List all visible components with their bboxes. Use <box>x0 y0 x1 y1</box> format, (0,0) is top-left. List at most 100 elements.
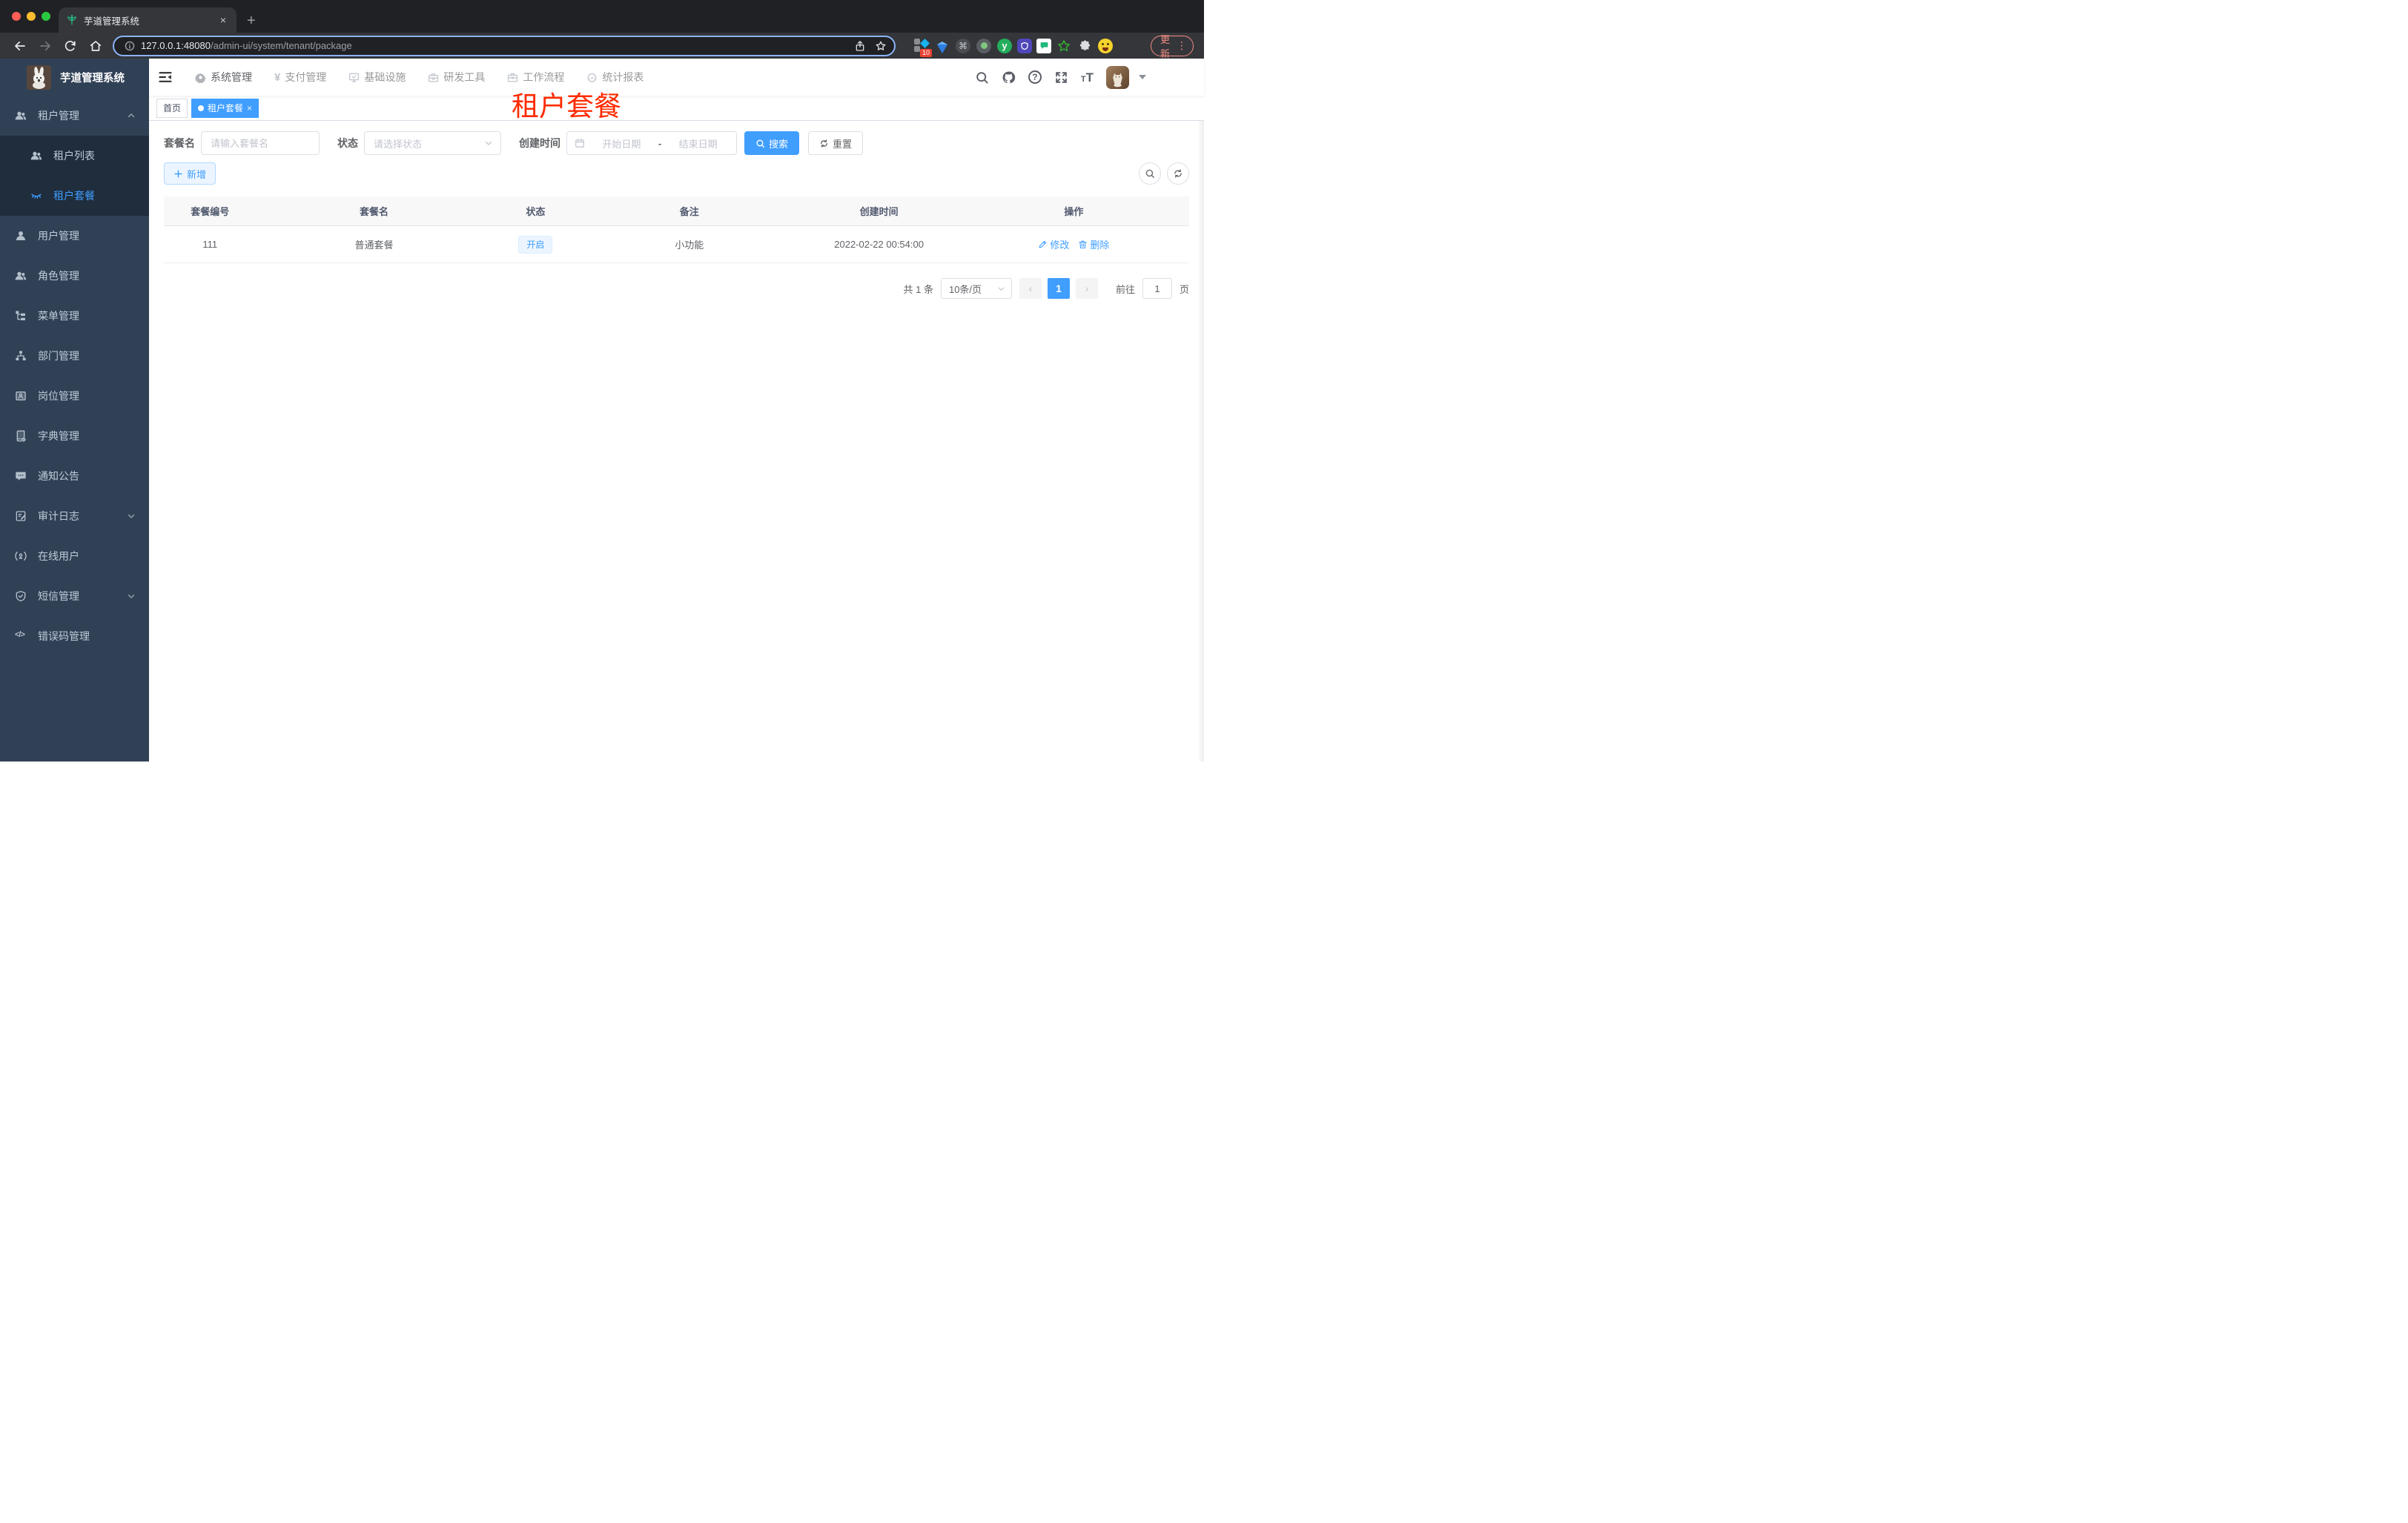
tab-title: 芋道管理系统 <box>84 16 140 27</box>
package-table: 套餐编号 套餐名 状态 备注 创建时间 操作 111 普通套餐 开启 小功能 2… <box>164 196 1189 263</box>
sidebar-item-online-users[interactable]: 在线用户 <box>0 536 149 576</box>
navbar-right-tools: ? TT <box>975 65 1146 89</box>
sidebar-item-tenant-list[interactable]: 租户列表 <box>0 136 149 176</box>
filter-form: 套餐名 状态 请选择状态 创建时间 开始日期 - 结束日期 <box>164 131 1189 155</box>
search-icon <box>1145 169 1154 178</box>
page-size-select[interactable]: 10条/页 <box>940 278 1012 299</box>
window-minimize-button[interactable] <box>27 12 36 21</box>
sidebar-item-label: 租户列表 <box>53 150 95 162</box>
sidebar-item-user-management[interactable]: 用户管理 <box>0 216 149 256</box>
header-search-icon[interactable] <box>975 70 989 85</box>
sidebar-item-role-management[interactable]: 角色管理 <box>0 256 149 296</box>
edit-link[interactable]: 修改 <box>1038 237 1069 251</box>
sidebar-fold-icon[interactable] <box>158 70 173 85</box>
avatar-caret-icon[interactable] <box>1139 75 1146 79</box>
extension-chat-icon[interactable] <box>1036 38 1051 53</box>
extension-y-icon[interactable]: y <box>996 38 1013 54</box>
form-log-icon <box>16 511 26 521</box>
top-menu-label: 统计报表 <box>602 71 644 83</box>
user-avatar[interactable] <box>1106 65 1129 89</box>
back-icon[interactable] <box>13 39 27 53</box>
extension-command-icon[interactable]: ⌘ <box>955 38 971 54</box>
sidebar-logo-row[interactable]: 芋道管理系统 <box>0 59 149 96</box>
forward-icon[interactable] <box>39 39 52 53</box>
status-select[interactable]: 请选择状态 <box>364 131 501 155</box>
status-label: 状态 <box>337 137 358 149</box>
extension-gem-icon[interactable] <box>934 38 950 54</box>
extension-record-icon[interactable] <box>976 38 992 54</box>
top-menu-workflow[interactable]: 工作流程 <box>507 59 564 96</box>
extensions-puzzle-icon[interactable] <box>1076 38 1093 54</box>
sidebar-item-sms-management[interactable]: 短信管理 <box>0 576 149 616</box>
sidebar-item-error-code[interactable]: </> 错误码管理 <box>0 616 149 656</box>
tag-home[interactable]: 首页 <box>156 98 188 118</box>
tab-close-icon[interactable]: × <box>217 14 229 26</box>
delete-link[interactable]: 删除 <box>1078 237 1109 251</box>
github-icon[interactable] <box>1002 70 1016 85</box>
url-field[interactable]: 127.0.0.1:48080/admin-ui/system/tenant/p… <box>113 35 896 56</box>
tag-close-icon[interactable]: × <box>247 103 252 113</box>
extension-star-icon[interactable] <box>1056 38 1072 54</box>
url-text: 127.0.0.1:48080/admin-ui/system/tenant/p… <box>141 40 352 51</box>
page-buttons: ‹ 1 › <box>1019 278 1098 299</box>
top-menu-system[interactable]: 系统管理 <box>195 59 252 96</box>
top-menu-report[interactable]: 统计报表 <box>586 59 644 96</box>
refresh-table-button[interactable] <box>1167 162 1189 185</box>
extension-shield-icon[interactable] <box>1017 38 1032 53</box>
create-time-range-picker[interactable]: 开始日期 - 结束日期 <box>566 131 737 155</box>
new-tab-button[interactable]: + <box>247 13 256 28</box>
next-page-button[interactable]: › <box>1075 278 1098 299</box>
top-menu-label: 系统管理 <box>211 71 252 83</box>
top-menu-pay[interactable]: ¥ 支付管理 <box>274 59 326 96</box>
col-header-status: 状态 <box>526 206 546 217</box>
sidebar-item-dict-management[interactable]: 字典管理 <box>0 416 149 456</box>
help-icon[interactable]: ? <box>1028 70 1042 84</box>
site-info-icon[interactable] <box>125 41 135 51</box>
goto-page-input[interactable] <box>1142 278 1172 299</box>
sidebar-item-audit-log[interactable]: 审计日志 <box>0 496 149 536</box>
page-1-button[interactable]: 1 <box>1047 278 1070 299</box>
search-button[interactable]: 搜索 <box>744 131 800 155</box>
reload-icon[interactable] <box>64 39 77 53</box>
end-date-placeholder[interactable]: 结束日期 <box>667 136 729 151</box>
cell-status: 开启 <box>492 235 580 254</box>
sidebar-item-label: 用户管理 <box>38 230 79 242</box>
share-icon[interactable] <box>854 40 866 52</box>
badge-icon <box>16 392 26 400</box>
pagination: 共 1 条 10条/页 ‹ 1 › 前往 页 <box>164 278 1189 299</box>
sidebar-item-menu-management[interactable]: 菜单管理 <box>0 296 149 336</box>
prev-page-button[interactable]: ‹ <box>1019 278 1042 299</box>
sidebar-item-tenant-management[interactable]: 租户管理 <box>0 96 149 136</box>
fullscreen-icon[interactable] <box>1054 70 1068 85</box>
tag-label: 首页 <box>163 103 182 113</box>
table-row: 111 普通套餐 开启 小功能 2022-02-22 00:54:00 修改 删… <box>164 226 1189 263</box>
browser-tab[interactable]: 芋道管理系统 × <box>59 7 236 33</box>
browser-update-button[interactable]: 更新 ⋮ <box>1151 34 1194 59</box>
top-menu-infra[interactable]: 基础设施 <box>348 59 406 96</box>
bookmark-star-icon[interactable] <box>875 40 887 52</box>
sidebar-item-post-management[interactable]: 岗位管理 <box>0 376 149 416</box>
sidebar-item-dept-management[interactable]: 部门管理 <box>0 336 149 376</box>
rabbit-logo <box>27 65 51 90</box>
table-toolbar: 新增 <box>164 162 1189 185</box>
add-button[interactable]: 新增 <box>164 162 216 185</box>
peoples-icon <box>15 271 27 280</box>
sidebar-item-notice[interactable]: 通知公告 <box>0 456 149 496</box>
start-date-placeholder[interactable]: 开始日期 <box>591 136 652 151</box>
reset-button[interactable]: 重置 <box>808 131 864 155</box>
top-menu-devtools[interactable]: 研发工具 <box>428 59 485 96</box>
home-icon[interactable] <box>89 39 102 53</box>
window-zoom-button[interactable] <box>42 12 50 21</box>
package-name-input[interactable] <box>201 131 320 155</box>
top-menu-label: 工作流程 <box>523 71 565 83</box>
sidebar-item-tenant-package[interactable]: 租户套餐 <box>0 176 149 216</box>
extension-grid-icon[interactable]: 10 <box>913 38 932 57</box>
sidebar-item-label: 通知公告 <box>38 470 79 482</box>
window-close-button[interactable] <box>12 12 21 21</box>
page-content: 套餐名 状态 请选择状态 创建时间 开始日期 - 结束日期 <box>149 121 1204 762</box>
browser-menu-icon[interactable]: ⋮ <box>1177 39 1187 52</box>
show-search-toggle-button[interactable] <box>1139 162 1161 185</box>
extension-emoji-icon[interactable] <box>1097 38 1114 54</box>
font-size-icon[interactable]: TT <box>1081 71 1094 84</box>
tag-tenant-package[interactable]: 租户套餐 × <box>191 98 259 118</box>
